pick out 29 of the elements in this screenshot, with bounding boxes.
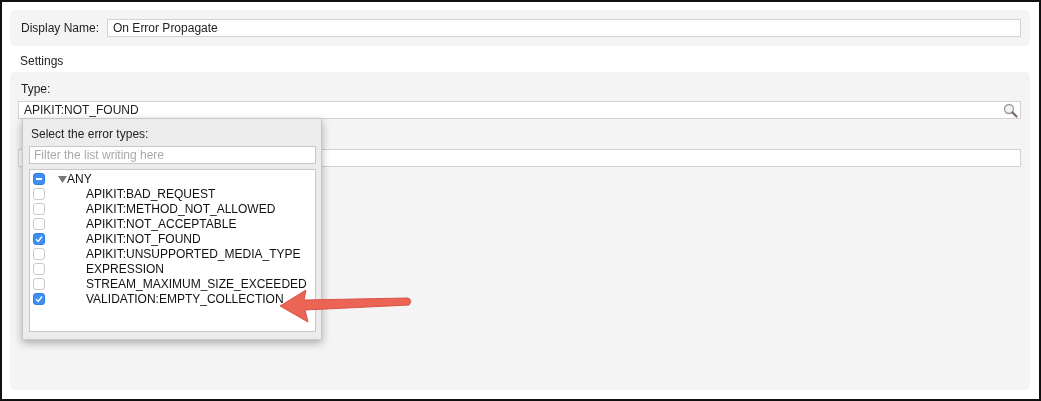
search-icon[interactable] <box>1003 102 1018 118</box>
checkmark-icon <box>35 234 43 243</box>
tree-item-label[interactable]: APIKIT:BAD_REQUEST <box>86 186 216 201</box>
checkbox[interactable] <box>33 247 45 260</box>
checkbox[interactable] <box>33 202 45 215</box>
checkbox[interactable] <box>33 217 45 230</box>
section-heading: Settings <box>19 53 65 70</box>
tree-item-label[interactable]: VALIDATION:EMPTY_COLLECTION <box>86 291 284 306</box>
display-name-label: Display Name: <box>21 21 100 35</box>
tree-item-label[interactable]: ANY <box>67 171 92 186</box>
checkmark-icon <box>35 294 43 303</box>
tree-item-label[interactable]: EXPRESSION <box>86 261 165 276</box>
checkbox[interactable] <box>33 187 45 200</box>
expanded-triangle-icon[interactable] <box>58 174 67 183</box>
tree-item-label[interactable]: APIKIT:NOT_ACCEPTABLE <box>86 216 237 231</box>
tree-item-label[interactable]: APIKIT:METHOD_NOT_ALLOWED <box>86 201 276 216</box>
checkbox[interactable] <box>33 292 45 305</box>
tree-item-label[interactable]: APIKIT:UNSUPPORTED_MEDIA_TYPE <box>86 246 301 261</box>
tree-item-label[interactable]: APIKIT:NOT_FOUND <box>86 231 201 246</box>
tree-item-label[interactable]: STREAM_MAXIMUM_SIZE_EXCEEDED <box>86 276 307 291</box>
type-field[interactable]: APIKIT:NOT_FOUND <box>18 101 1021 119</box>
checkbox[interactable] <box>33 232 45 245</box>
checkbox[interactable] <box>33 172 45 185</box>
checkbox[interactable] <box>33 262 45 275</box>
filter-field[interactable]: Filter the list writing here <box>29 146 316 164</box>
popup-title: Select the error types: <box>30 127 150 141</box>
type-label: Type: <box>20 82 52 96</box>
checkbox[interactable] <box>33 277 45 290</box>
display-name-field[interactable]: On Error Propagate <box>107 19 1021 37</box>
